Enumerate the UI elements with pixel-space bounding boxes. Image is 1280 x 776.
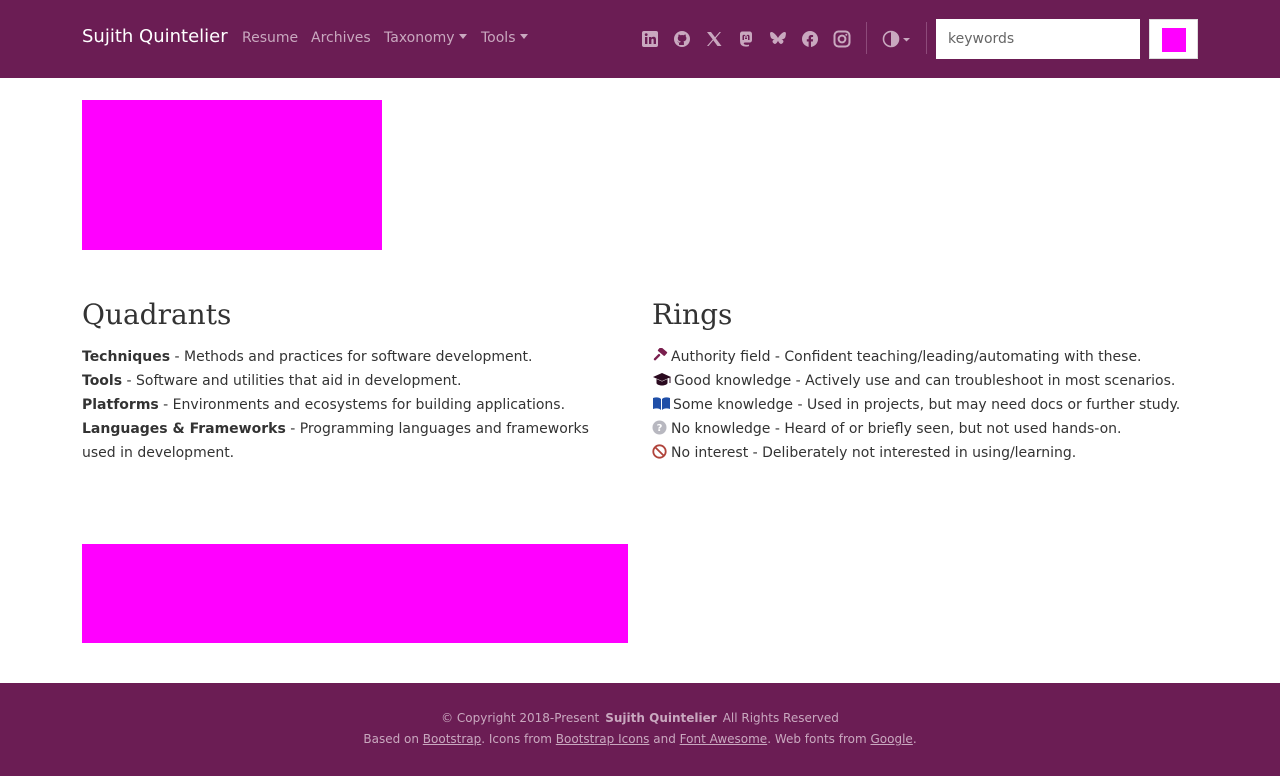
theme-toggle-button[interactable]	[882, 30, 912, 48]
question-circle-icon: ?	[652, 420, 669, 435]
svg-text:?: ?	[657, 423, 663, 434]
footer-text: . Icons from	[481, 732, 556, 746]
nav-taxonomy-dropdown[interactable]: Taxonomy	[384, 30, 467, 46]
google-fonts-link[interactable]: Google	[870, 732, 912, 746]
list-item: Some knowledge - Used in projects, but m…	[652, 393, 1212, 417]
footer-copyright: © Copyright 2018-Present	[441, 711, 600, 725]
footer-text: and	[649, 732, 680, 746]
font-awesome-link[interactable]: Font Awesome	[680, 732, 768, 746]
footer-text: Based on	[363, 732, 423, 746]
site-brand[interactable]: Sujith Quintelier	[82, 26, 228, 47]
ring-text: No interest - Deliberately not intereste…	[671, 445, 1077, 461]
quadrant-desc: - Software and utilities that aid in dev…	[122, 373, 462, 389]
quadrant-desc: - Methods and practices for software dev…	[170, 349, 533, 365]
gavel-icon	[652, 348, 669, 363]
navbar-divider	[926, 22, 927, 54]
github-icon[interactable]	[673, 30, 691, 48]
open-book-icon	[652, 396, 671, 411]
site-footer: © Copyright 2018-Present Sujith Quintelie…	[0, 683, 1280, 776]
ring-text: No knowledge - Heard of or briefly seen,…	[671, 421, 1122, 437]
quadrants-list: Techniques - Methods and practices for s…	[82, 345, 622, 465]
rings-list: Authority field - Confident teaching/lea…	[652, 345, 1212, 465]
ring-text: Good knowledge - Actively use and can tr…	[674, 373, 1176, 389]
quadrant-term: Techniques	[82, 349, 171, 365]
footer-copyright-line: © Copyright 2018-Present Sujith Quintelie…	[0, 711, 1280, 725]
bootstrap-link[interactable]: Bootstrap	[423, 732, 481, 746]
ban-icon	[652, 444, 669, 459]
bluesky-icon[interactable]	[769, 30, 787, 48]
list-item: Languages & Frameworks - Programming lan…	[82, 417, 622, 465]
linkedin-icon[interactable]	[641, 30, 659, 48]
quadrant-term: Languages & Frameworks	[82, 421, 286, 437]
list-item: Platforms - Environments and ecosystems …	[82, 393, 622, 417]
ring-text: Authority field - Confident teaching/lea…	[671, 349, 1142, 365]
list-item: ? No knowledge - Heard of or briefly seen…	[652, 417, 1212, 441]
quadrant-desc: - Environments and ecosystems for buildi…	[158, 397, 566, 413]
footer-text: .	[912, 732, 917, 746]
ring-text: Some knowledge - Used in projects, but m…	[673, 397, 1181, 413]
facebook-icon[interactable]	[801, 30, 819, 48]
footer-text: . Web fonts from	[767, 732, 871, 746]
instagram-icon[interactable]	[833, 30, 851, 48]
footer-rights: All Rights Reserved	[722, 711, 839, 725]
quadrant-term: Tools	[82, 373, 123, 389]
quadrants-title: Quadrants	[82, 298, 232, 331]
navbar-divider	[866, 22, 867, 54]
footer-credits-line: Based on Bootstrap. Icons from Bootstrap…	[0, 732, 1280, 746]
nav-taxonomy-label: Taxonomy	[384, 30, 455, 46]
top-navbar: Sujith Quintelier Resume Archives Taxono…	[0, 0, 1280, 78]
list-item: Tools - Software and utilities that aid …	[82, 369, 622, 393]
list-item: No interest - Deliberately not intereste…	[652, 441, 1212, 465]
quadrant-term: Platforms	[82, 397, 159, 413]
caret-down-icon	[519, 34, 528, 39]
search-input[interactable]	[936, 19, 1140, 59]
x-icon[interactable]	[705, 30, 723, 48]
nav-tools-dropdown[interactable]: Tools	[481, 30, 528, 46]
graduation-cap-icon	[652, 372, 672, 387]
list-item: Techniques - Methods and practices for s…	[82, 345, 622, 369]
nav-archives-link[interactable]: Archives	[311, 30, 371, 46]
nav-resume-link[interactable]: Resume	[242, 30, 298, 46]
search-button-image	[1162, 28, 1186, 52]
search-button[interactable]	[1149, 19, 1198, 59]
footer-owner: Sujith Quintelier	[605, 711, 717, 725]
rings-title: Rings	[652, 298, 733, 331]
radar-chart-image	[82, 544, 628, 643]
list-item: Good knowledge - Actively use and can tr…	[652, 369, 1212, 393]
nav-tools-label: Tools	[481, 30, 516, 46]
caret-down-icon	[458, 34, 467, 39]
list-item: Authority field - Confident teaching/lea…	[652, 345, 1212, 369]
caret-down-icon	[903, 38, 910, 42]
mastodon-icon[interactable]	[737, 30, 755, 48]
radar-logo-image	[82, 100, 382, 250]
bootstrap-icons-link[interactable]: Bootstrap Icons	[556, 732, 650, 746]
